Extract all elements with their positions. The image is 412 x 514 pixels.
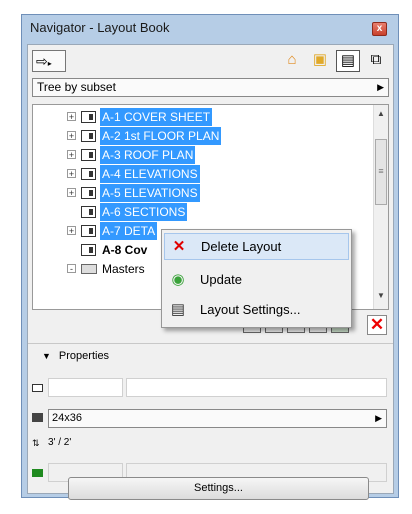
delete-layout-menu-item[interactable]: ✕ Delete Layout [164, 233, 349, 260]
layout-icon [81, 206, 96, 218]
menu-arrow-icon: ▸ [47, 59, 52, 68]
layout-icon [81, 225, 96, 237]
layout-id-field[interactable] [48, 378, 123, 397]
layout-icon [81, 149, 96, 161]
tree-item-label: A-3 ROOF PLAN [100, 146, 196, 164]
view-map-button[interactable]: ▣ [308, 50, 332, 72]
layout-name-field[interactable] [126, 378, 387, 397]
tree-item-label: A-7 DETA [100, 222, 158, 240]
layout-icon [81, 244, 96, 256]
layout-book-button[interactable]: ▤ [336, 50, 360, 72]
close-button[interactable]: x [372, 22, 387, 36]
update-menu-item[interactable]: ◉ Update [164, 266, 349, 293]
project-map-button[interactable]: ⌂ [280, 50, 304, 72]
update-icon: ◉ [171, 271, 185, 288]
menu-item-label: Update [200, 272, 242, 287]
scroll-up-icon[interactable]: ▲ [377, 109, 385, 118]
properties-header[interactable]: ▼ Properties [42, 350, 109, 362]
publisher-sets-button[interactable]: ⧉ [364, 50, 388, 72]
master-layout-icon [32, 413, 43, 422]
expand-icon[interactable]: + [67, 169, 76, 179]
delete-button[interactable]: ✕ [367, 315, 387, 335]
master-size-dropdown[interactable]: 24x36 ▶ [48, 409, 387, 428]
window-title: Navigator - Layout Book [30, 20, 170, 35]
expand-icon[interactable]: + [67, 112, 76, 122]
revision-icon [32, 469, 43, 477]
tree-item-label: A-1 COVER SHEET [100, 108, 213, 126]
tree-mode-dropdown[interactable]: Tree by subset ▶ [32, 78, 389, 97]
dropdown-arrow-icon: ▶ [375, 413, 382, 423]
divider [28, 343, 393, 344]
folder-icon [81, 264, 97, 274]
expand-icon[interactable]: + [67, 131, 76, 141]
delete-icon: ✕ [172, 238, 186, 255]
properties-title: Properties [58, 350, 110, 362]
layout-id-icon [32, 384, 43, 392]
tree-item-label: A-2 1st FLOOR PLAN [100, 127, 222, 145]
menu-item-label: Layout Settings... [200, 302, 301, 317]
tree-item-label: A-5 ELEVATIONS [100, 184, 200, 202]
dropdown-arrow-icon: ▶ [377, 82, 384, 92]
navigator-menu-button[interactable]: ⇨▸ [32, 50, 66, 72]
collapse-icon[interactable]: - [67, 264, 76, 274]
layout-icon [81, 168, 96, 180]
context-menu: ✕ Delete Layout ◉ Update ▤ Layout Settin… [161, 229, 352, 328]
scale-icon: ⇅ [32, 438, 40, 448]
title-bar[interactable]: Navigator - Layout Book x [22, 15, 398, 41]
tree-item-label: Masters [102, 262, 145, 276]
layout-settings-menu-item[interactable]: ▤ Layout Settings... [164, 296, 349, 323]
menu-item-label: Delete Layout [201, 239, 282, 254]
layout-settings-icon: ▤ [170, 301, 186, 318]
tree-item-label: A-4 ELEVATIONS [100, 165, 200, 183]
layout-icon [81, 111, 96, 123]
settings-button[interactable]: Settings... [68, 477, 369, 500]
scroll-down-icon[interactable]: ▼ [377, 291, 385, 300]
layout-icon [81, 130, 96, 142]
master-size-value: 24x36 [52, 412, 82, 424]
tree-scrollbar[interactable]: ▲ ≡ ▼ [373, 105, 388, 309]
layout-icon [81, 187, 96, 199]
scale-value: 3' / 2' [48, 437, 72, 448]
scroll-thumb[interactable]: ≡ [375, 139, 387, 205]
expand-icon[interactable]: + [67, 226, 76, 236]
tree-item-label: A-6 SECTIONS [100, 203, 188, 221]
tree-mode-value: Tree by subset [37, 80, 116, 94]
navigator-menu-icon: ⇨ [36, 53, 48, 69]
expand-icon[interactable]: + [67, 150, 76, 160]
publisher-sets-icon: ⧉ [370, 51, 382, 68]
layout-book-icon: ▤ [340, 52, 356, 69]
collapse-triangle-icon: ▼ [42, 351, 51, 361]
project-map-icon: ⌂ [287, 51, 297, 68]
view-map-icon: ▣ [312, 51, 328, 68]
tree-item-label: A-8 Cov [102, 243, 148, 257]
expand-icon[interactable]: + [67, 188, 76, 198]
